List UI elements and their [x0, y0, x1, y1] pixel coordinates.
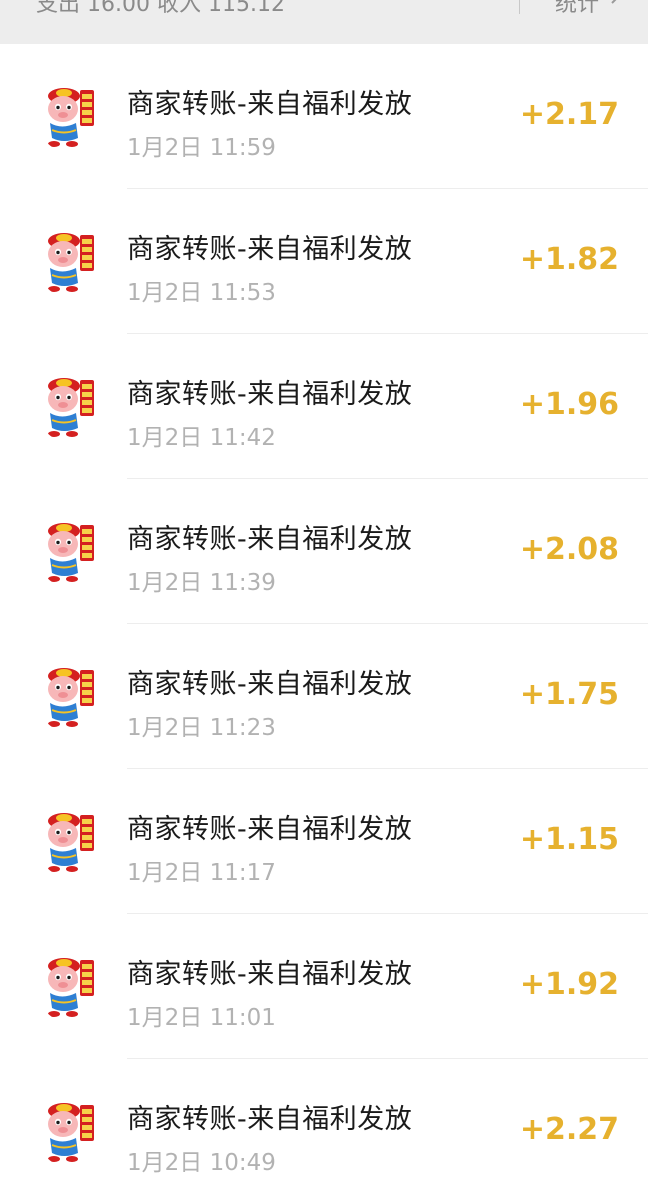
fortune-mascot-avatar-icon	[36, 223, 112, 299]
transaction-row[interactable]: 商家转账-来自福利发放 1月2日 11:39 +2.08	[0, 479, 648, 624]
transaction-time: 1月2日 11:42	[127, 425, 276, 451]
summary-divider	[519, 0, 520, 14]
chevron-right-icon[interactable]	[608, 0, 622, 4]
transaction-title: 商家转账-来自福利发放	[127, 234, 413, 265]
transaction-row[interactable]: 商家转账-来自福利发放 1月2日 11:23 +1.75	[0, 624, 648, 769]
transaction-time: 1月2日 11:23	[127, 715, 276, 741]
transaction-row[interactable]: 商家转账-来自福利发放 1月2日 10:49 +2.27	[0, 1059, 648, 1204]
transaction-list: 商家转账-来自福利发放 1月2日 11:59 +2.17 商家转账-来自福利发放…	[0, 44, 648, 1204]
transaction-time: 1月2日 11:01	[127, 1005, 276, 1031]
transaction-time: 1月2日 11:17	[127, 860, 276, 886]
transaction-row[interactable]: 商家转账-来自福利发放 1月2日 11:17 +1.15	[0, 769, 648, 914]
transaction-amount: +1.96	[519, 387, 619, 422]
fortune-mascot-avatar-icon	[36, 368, 112, 444]
transaction-amount: +1.15	[519, 822, 619, 857]
transaction-row[interactable]: 商家转账-来自福利发放 1月2日 11:53 +1.82	[0, 189, 648, 334]
fortune-mascot-avatar-icon	[36, 78, 112, 154]
transaction-amount: +2.27	[519, 1112, 619, 1147]
transaction-time: 1月2日 11:59	[127, 135, 276, 161]
transaction-title: 商家转账-来自福利发放	[127, 669, 413, 700]
expense-income-summary: 支出 16.00 收入 115.12	[36, 0, 285, 17]
transaction-row[interactable]: 商家转账-来自福利发放 1月2日 11:42 +1.96	[0, 334, 648, 479]
fortune-mascot-avatar-icon	[36, 948, 112, 1024]
fortune-mascot-avatar-icon	[36, 658, 112, 734]
transaction-amount: +1.92	[519, 967, 619, 1002]
transaction-title: 商家转账-来自福利发放	[127, 89, 413, 120]
stats-button[interactable]: 统计	[555, 0, 599, 18]
transaction-amount: +2.17	[519, 97, 619, 132]
transaction-row[interactable]: 商家转账-来自福利发放 1月2日 11:59 +2.17	[0, 44, 648, 189]
transaction-title: 商家转账-来自福利发放	[127, 524, 413, 555]
transaction-row[interactable]: 商家转账-来自福利发放 1月2日 11:01 +1.92	[0, 914, 648, 1059]
summary-bar: 支出 16.00 收入 115.12 统计	[0, 0, 648, 44]
fortune-mascot-avatar-icon	[36, 513, 112, 589]
transaction-title: 商家转账-来自福利发放	[127, 814, 413, 845]
transaction-time: 1月2日 10:49	[127, 1150, 276, 1176]
transaction-time: 1月2日 11:39	[127, 570, 276, 596]
transaction-title: 商家转账-来自福利发放	[127, 1104, 413, 1135]
transaction-amount: +2.08	[519, 532, 619, 567]
fortune-mascot-avatar-icon	[36, 803, 112, 879]
transaction-title: 商家转账-来自福利发放	[127, 379, 413, 410]
fortune-mascot-avatar-icon	[36, 1093, 112, 1169]
transaction-amount: +1.82	[519, 242, 619, 277]
transaction-amount: +1.75	[519, 677, 619, 712]
transaction-time: 1月2日 11:53	[127, 280, 276, 306]
transaction-title: 商家转账-来自福利发放	[127, 959, 413, 990]
